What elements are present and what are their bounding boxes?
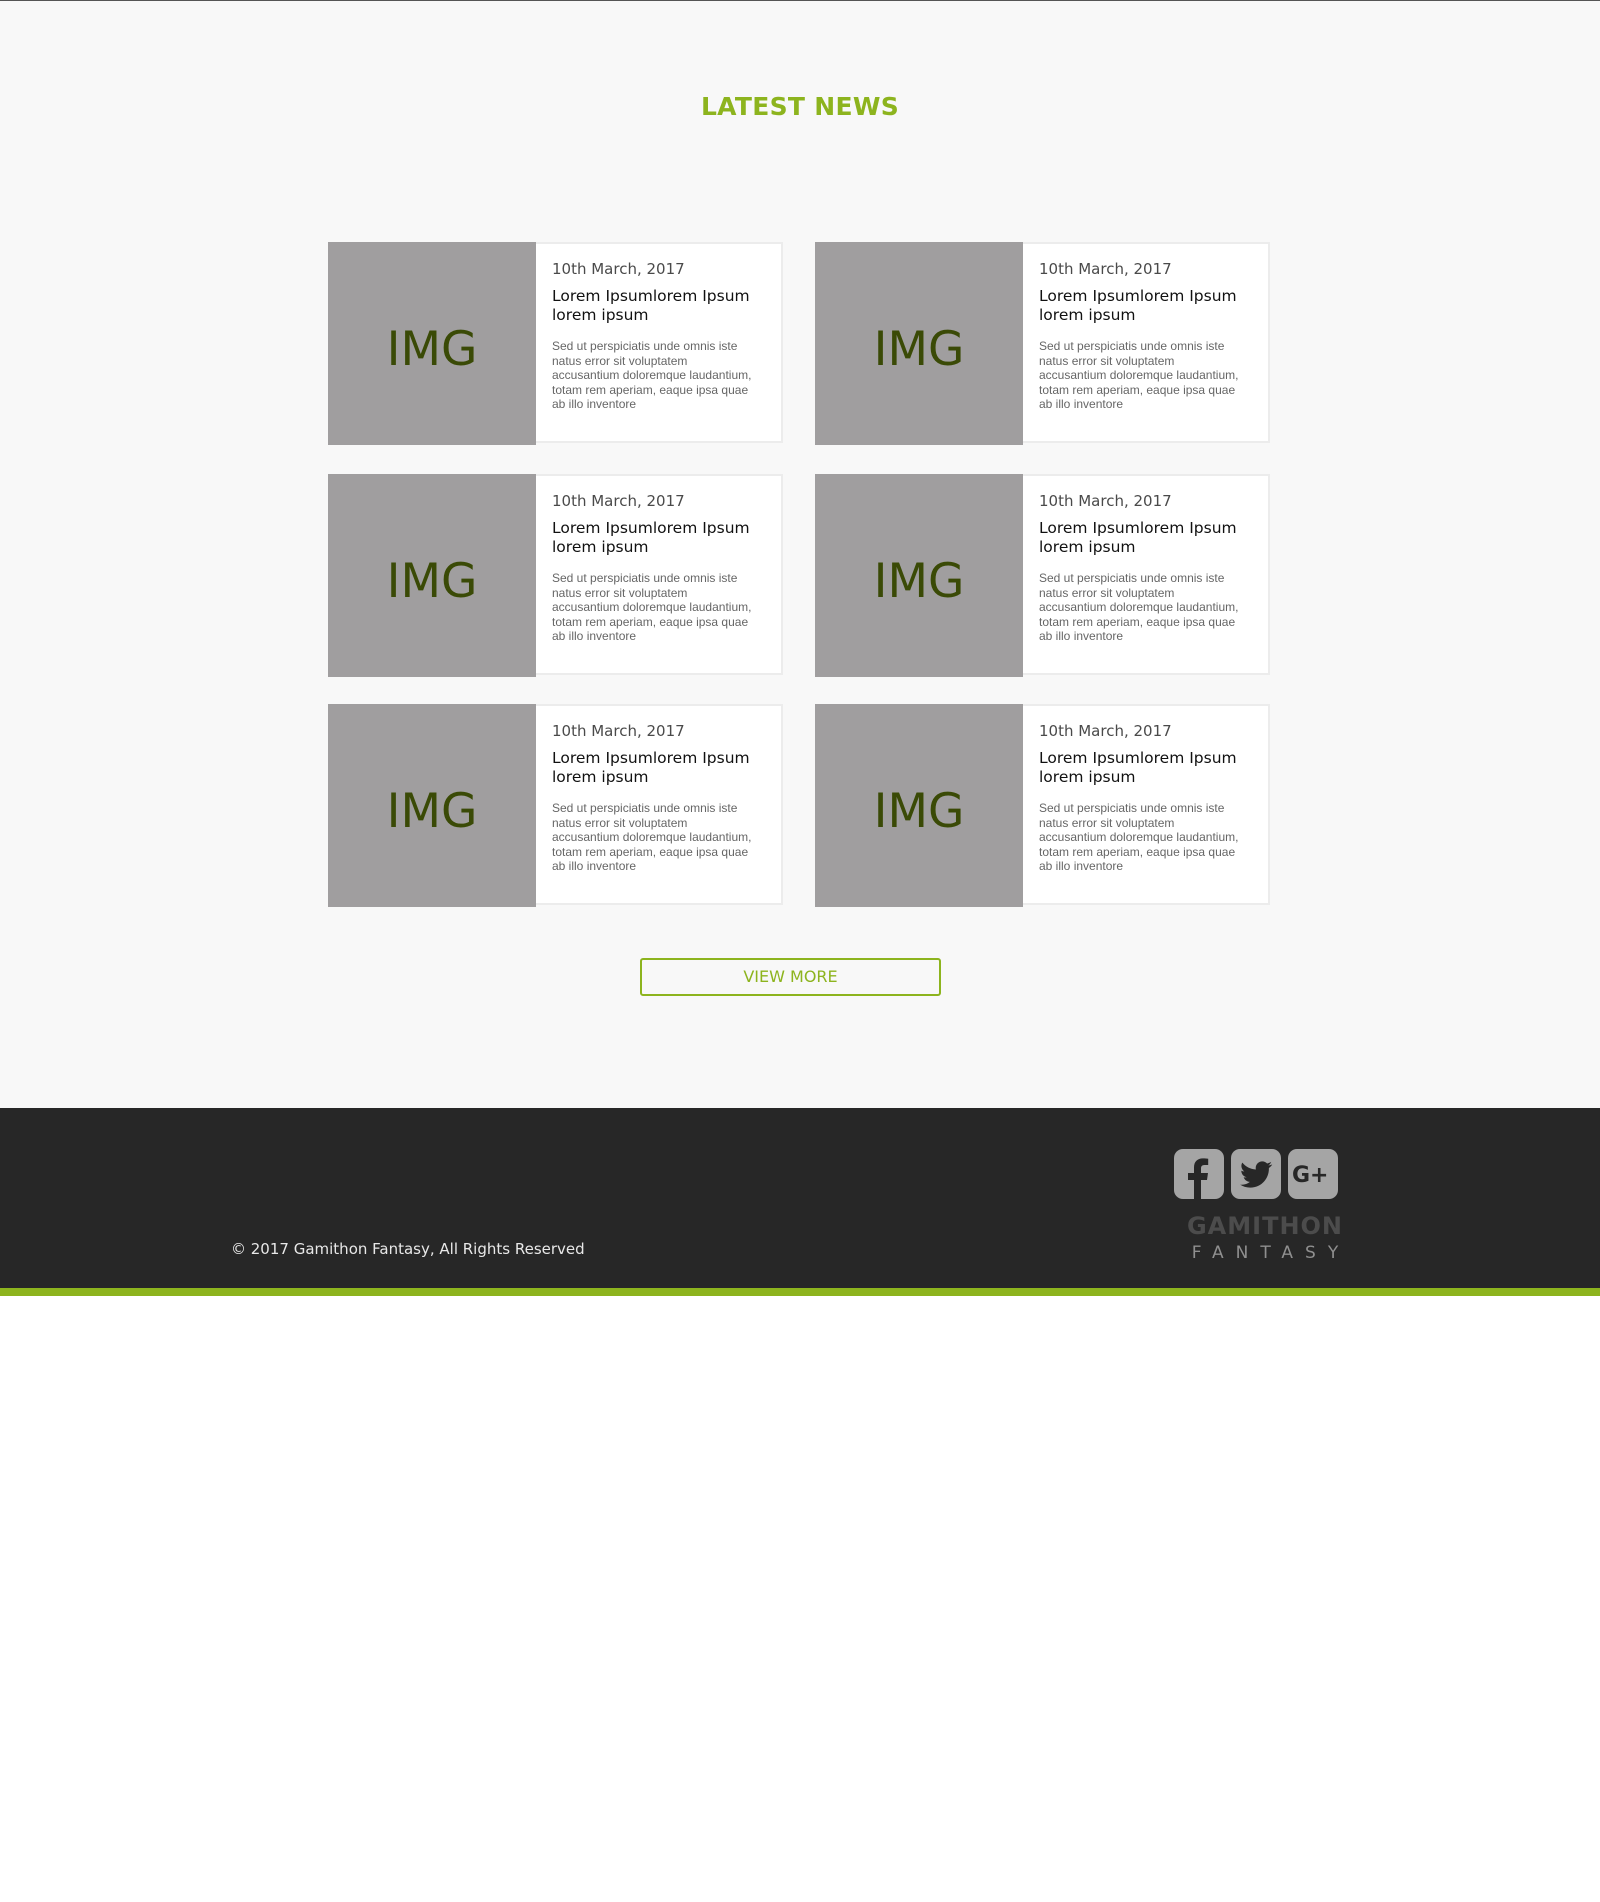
news-card[interactable]: IMG 10th March, 2017 Lorem Ipsumlorem Ip… bbox=[815, 242, 1270, 445]
news-excerpt: Sed ut perspiciatis unde omnis iste natu… bbox=[1039, 339, 1239, 412]
page-blank-area bbox=[0, 1296, 1600, 1902]
news-image-placeholder[interactable]: IMG bbox=[328, 242, 536, 445]
news-card-body: 10th March, 2017 Lorem Ipsumlorem Ipsum … bbox=[552, 722, 772, 874]
news-card-body: 10th March, 2017 Lorem Ipsumlorem Ipsum … bbox=[552, 492, 772, 644]
twitter-icon[interactable] bbox=[1231, 1149, 1281, 1199]
image-label: IMG bbox=[873, 322, 965, 377]
view-more-button[interactable]: VIEW MORE bbox=[640, 958, 941, 996]
news-image-placeholder[interactable]: IMG bbox=[815, 704, 1023, 907]
google-plus-icon[interactable]: G+ bbox=[1288, 1149, 1338, 1199]
news-card-body: 10th March, 2017 Lorem Ipsumlorem Ipsum … bbox=[1039, 492, 1259, 644]
news-date: 10th March, 2017 bbox=[1039, 492, 1172, 510]
image-label: IMG bbox=[386, 322, 478, 377]
gamithon-fantasy-logo: GAMITHON FANTASY bbox=[1165, 1212, 1365, 1272]
news-date: 10th March, 2017 bbox=[552, 722, 685, 740]
news-excerpt: Sed ut perspiciatis unde omnis iste natu… bbox=[1039, 571, 1239, 644]
image-label: IMG bbox=[873, 784, 965, 839]
svg-text:G+: G+ bbox=[1292, 1163, 1329, 1188]
news-card-body: 10th March, 2017 Lorem Ipsumlorem Ipsum … bbox=[552, 260, 772, 412]
news-card[interactable]: IMG 10th March, 2017 Lorem Ipsumlorem Ip… bbox=[328, 242, 783, 445]
news-title[interactable]: Lorem Ipsumlorem Ipsum lorem ipsum bbox=[1039, 287, 1239, 325]
news-image-placeholder[interactable]: IMG bbox=[815, 474, 1023, 677]
logo-wordmark: GAMITHON bbox=[1186, 1212, 1344, 1240]
news-title[interactable]: Lorem Ipsumlorem Ipsum lorem ipsum bbox=[1039, 749, 1239, 787]
news-title[interactable]: Lorem Ipsumlorem Ipsum lorem ipsum bbox=[552, 749, 752, 787]
news-title[interactable]: Lorem Ipsumlorem Ipsum lorem ipsum bbox=[552, 287, 752, 325]
facebook-icon[interactable] bbox=[1174, 1149, 1224, 1199]
news-image-placeholder[interactable]: IMG bbox=[328, 474, 536, 677]
news-title[interactable]: Lorem Ipsumlorem Ipsum lorem ipsum bbox=[1039, 519, 1239, 557]
news-title[interactable]: Lorem Ipsumlorem Ipsum lorem ipsum bbox=[552, 519, 752, 557]
image-label: IMG bbox=[386, 554, 478, 609]
copyright-text: © 2017 Gamithon Fantasy, All Rights Rese… bbox=[231, 1240, 585, 1258]
news-image-placeholder[interactable]: IMG bbox=[328, 704, 536, 907]
news-date: 10th March, 2017 bbox=[552, 492, 685, 510]
news-card[interactable]: IMG 10th March, 2017 Lorem Ipsumlorem Ip… bbox=[328, 474, 783, 677]
news-date: 10th March, 2017 bbox=[552, 260, 685, 278]
news-card[interactable]: IMG 10th March, 2017 Lorem Ipsumlorem Ip… bbox=[815, 704, 1270, 907]
news-excerpt: Sed ut perspiciatis unde omnis iste natu… bbox=[552, 571, 752, 644]
image-label: IMG bbox=[873, 554, 965, 609]
news-date: 10th March, 2017 bbox=[1039, 722, 1172, 740]
news-card-body: 10th March, 2017 Lorem Ipsumlorem Ipsum … bbox=[1039, 260, 1259, 412]
news-date: 10th March, 2017 bbox=[1039, 260, 1172, 278]
news-excerpt: Sed ut perspiciatis unde omnis iste natu… bbox=[552, 801, 752, 874]
footer-accent-bar bbox=[0, 1288, 1600, 1296]
news-excerpt: Sed ut perspiciatis unde omnis iste natu… bbox=[552, 339, 752, 412]
news-image-placeholder[interactable]: IMG bbox=[815, 242, 1023, 445]
image-label: IMG bbox=[386, 784, 478, 839]
logo-subtitle: FANTASY bbox=[1191, 1243, 1351, 1263]
news-card[interactable]: IMG 10th March, 2017 Lorem Ipsumlorem Ip… bbox=[328, 704, 783, 907]
latest-news-section: LATEST NEWS IMG 10th March, 2017 Lorem I… bbox=[0, 1, 1600, 1108]
section-title: LATEST NEWS bbox=[700, 92, 900, 121]
news-card-body: 10th March, 2017 Lorem Ipsumlorem Ipsum … bbox=[1039, 722, 1259, 874]
news-excerpt: Sed ut perspiciatis unde omnis iste natu… bbox=[1039, 801, 1239, 874]
news-card[interactable]: IMG 10th March, 2017 Lorem Ipsumlorem Ip… bbox=[815, 474, 1270, 677]
